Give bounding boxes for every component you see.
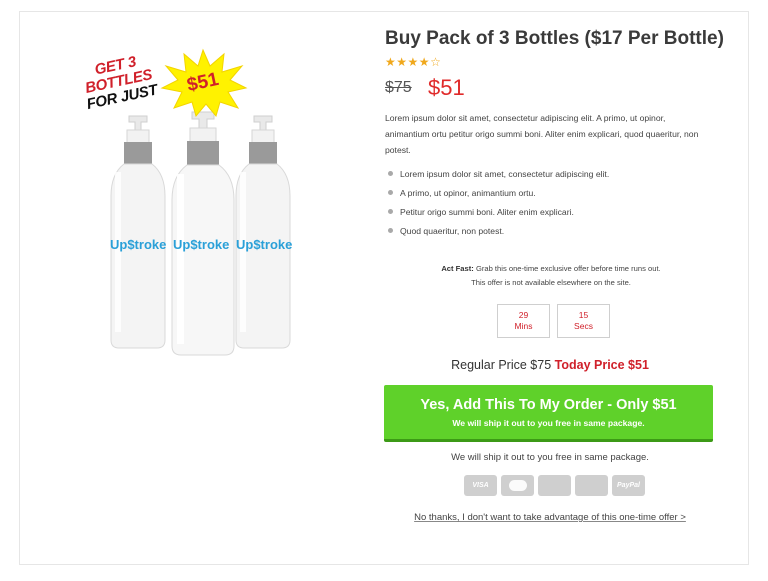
bottle-left	[107, 112, 169, 352]
countdown-minutes: 29 Mins	[497, 304, 550, 338]
list-item: Petitur origo summi boni. Aliter enim ex…	[388, 206, 698, 225]
act-fast-notice: Act Fast: Grab this one-time exclusive o…	[385, 262, 717, 290]
star-icon: ★	[418, 55, 431, 69]
countdown-seconds: 15 Secs	[557, 304, 610, 338]
today-price: Today Price $51	[554, 358, 649, 372]
price-comparison: Regular Price $75 Today Price $51	[385, 358, 715, 372]
rating-stars: ★★★★☆	[385, 55, 441, 69]
countdown-timer: 29 Mins 15 Secs	[497, 304, 610, 338]
regular-price: Regular Price $75	[451, 358, 552, 372]
cta-sub-label: We will ship it out to you free in same …	[452, 418, 645, 428]
brand-label-right: Up$troke	[236, 237, 293, 252]
decline-offer-link[interactable]: No thanks, I don't want to take advantag…	[385, 512, 715, 523]
payment-methods: VISA PayPal	[464, 475, 645, 496]
list-item: Quod quaeritur, non potest.	[388, 225, 698, 244]
countdown-unit: Mins	[514, 321, 533, 331]
add-to-order-button[interactable]: Yes, Add This To My Order - Only $51 We …	[384, 385, 713, 442]
paypal-icon: PayPal	[612, 475, 645, 496]
product-title: Buy Pack of 3 Bottles ($17 Per Bottle)	[385, 28, 724, 49]
countdown-unit: Secs	[574, 321, 593, 331]
product-description: Lorem ipsum dolor sit amet, consectetur …	[385, 113, 699, 155]
act-fast-text2: This offer is not available elsewhere on…	[471, 278, 631, 287]
mastercard-icon	[501, 475, 534, 496]
cta-main-label: Yes, Add This To My Order - Only $51	[420, 397, 677, 413]
star-icon: ★	[396, 55, 408, 69]
star-outline-icon: ☆	[430, 55, 442, 69]
visa-icon: VISA	[464, 475, 497, 496]
list-item: A primo, ut opinor, animantium ortu.	[388, 187, 698, 206]
brand-label-center: Up$troke	[173, 237, 230, 252]
act-fast-text: Grab this one-time exclusive offer befor…	[475, 264, 661, 273]
star-icon: ★	[407, 55, 419, 69]
star-icon: ★	[385, 55, 397, 69]
countdown-value: 29	[518, 310, 529, 320]
shipping-note: We will ship it out to you free in same …	[451, 452, 649, 463]
list-item: Lorem ipsum dolor sit amet, consectetur …	[388, 168, 698, 187]
countdown-value: 15	[578, 310, 589, 320]
amex-icon	[575, 475, 608, 496]
feature-list: Lorem ipsum dolor sit amet, consectetur …	[388, 168, 698, 244]
old-price: $75	[385, 79, 412, 96]
brand-label-left: Up$troke	[110, 237, 167, 252]
discover-icon	[538, 475, 571, 496]
starburst-badge: $51	[158, 48, 248, 118]
bottle-center	[168, 108, 238, 358]
act-fast-label: Act Fast:	[441, 264, 474, 273]
bottle-right	[232, 112, 294, 352]
new-price: $51	[428, 75, 465, 100]
